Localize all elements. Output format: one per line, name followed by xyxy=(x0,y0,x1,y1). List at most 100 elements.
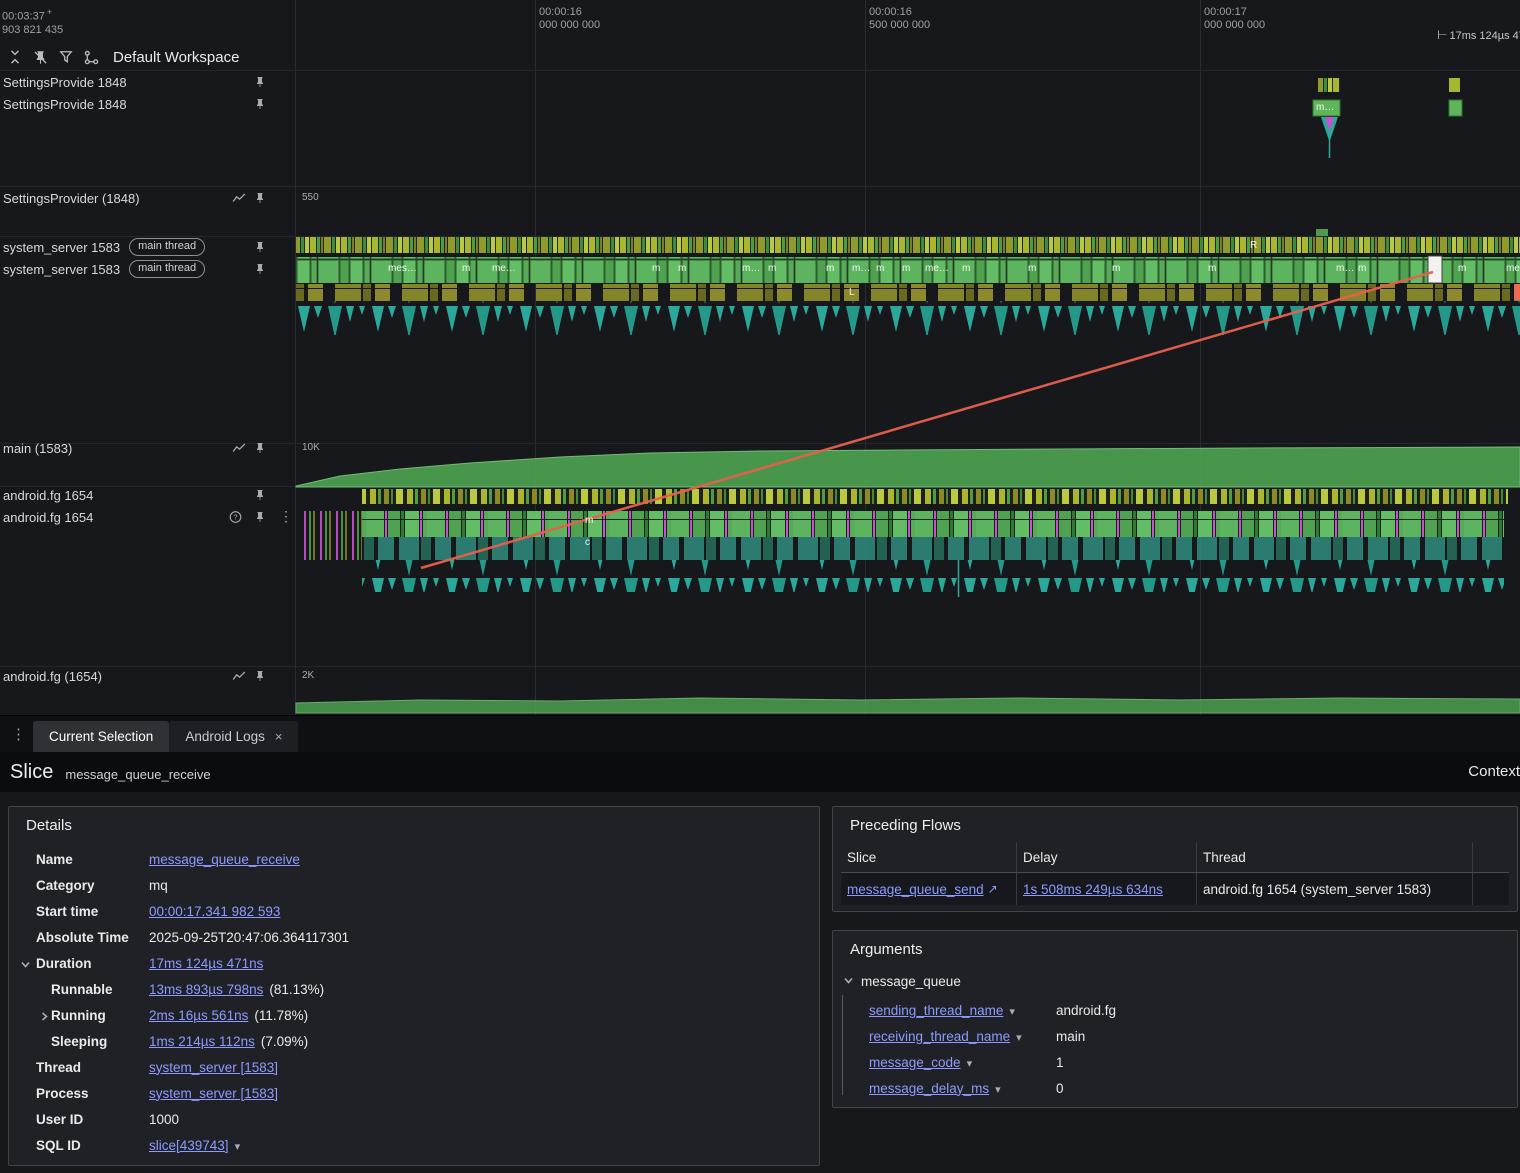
track-row-system-server-slices[interactable]: system_server 1583 main thread xyxy=(0,258,295,280)
chart-icon[interactable] xyxy=(232,442,246,454)
flow-slice-link[interactable]: message_queue_send xyxy=(847,882,984,897)
argument-row: sending_thread_name ▾ android.fg xyxy=(842,997,1517,1023)
arg-key-link[interactable]: sending_thread_name xyxy=(869,1003,1003,1018)
slice-label: m… xyxy=(852,263,871,274)
system-server-track[interactable] xyxy=(296,237,1520,335)
track-row-settingsprovider-counter[interactable]: SettingsProvider (1848) xyxy=(0,187,295,209)
detail-row-duration: Duration 17ms 124µs 471ns xyxy=(9,950,819,976)
arg-key-link[interactable]: receiving_thread_name xyxy=(869,1029,1010,1044)
main-counter-area[interactable] xyxy=(295,446,1520,488)
pin-icon[interactable] xyxy=(254,241,266,253)
chart-icon[interactable] xyxy=(232,670,246,682)
ruler-tick: 00:00:16 000 000 000 xyxy=(539,6,601,31)
sql-id-link[interactable]: slice[439743] xyxy=(149,1138,229,1153)
pin-icon[interactable] xyxy=(254,192,266,204)
slice-label: c xyxy=(585,537,590,548)
caret-down-icon[interactable]: ▾ xyxy=(995,1084,1001,1096)
filter-icon[interactable] xyxy=(59,50,73,64)
ruler-tick: 00:00:16 500 000 000 xyxy=(869,6,931,31)
ruler-origin: 00:03:37 + 903 821 435 xyxy=(2,7,64,36)
slice-label: me… xyxy=(492,263,516,274)
slice-label: L xyxy=(849,287,855,298)
caret-down-icon[interactable]: ▾ xyxy=(235,1141,241,1153)
arg-value: main xyxy=(1056,1028,1086,1044)
android-fg-track[interactable] xyxy=(300,489,1508,597)
close-icon[interactable]: × xyxy=(275,729,283,744)
track-row-settingsprovide[interactable]: SettingsProvide 1848 xyxy=(0,71,295,93)
slice-label: me… xyxy=(925,263,949,274)
detail-row-sleeping: Sleeping 1ms 214µs 112ns (7.09%) xyxy=(51,1033,309,1049)
pin-icon[interactable] xyxy=(254,76,266,88)
process-link[interactable]: system_server [1583] xyxy=(149,1086,278,1101)
chart-icon[interactable] xyxy=(232,192,246,204)
slice-label: m xyxy=(652,263,661,274)
pin-icon[interactable] xyxy=(254,98,266,110)
sleeping-link[interactable]: 1ms 214µs 112ns xyxy=(149,1034,255,1049)
tab-android-logs[interactable]: Android Logs × xyxy=(169,721,299,752)
flow-delay-link[interactable]: 1s 508ms 249µs 634ns xyxy=(1023,882,1163,897)
counter-scale-label: 550 xyxy=(302,192,319,203)
android-fg-counter-area[interactable] xyxy=(295,697,1520,714)
pin-icon[interactable] xyxy=(254,263,266,275)
slice-label: m xyxy=(678,263,687,274)
caret-down-icon[interactable]: ▾ xyxy=(1009,1006,1015,1018)
arg-key-link[interactable]: message_code xyxy=(869,1055,961,1070)
argument-group-label: message_queue xyxy=(861,974,961,989)
caret-down-icon[interactable]: ▾ xyxy=(967,1058,973,1070)
arg-value: 1 xyxy=(1056,1054,1064,1070)
caret-down-icon[interactable]: ▾ xyxy=(1016,1032,1022,1044)
kebab-menu-icon[interactable]: ⋮ xyxy=(279,508,293,525)
selected-slice[interactable] xyxy=(1427,255,1443,284)
track-row-system-server-sched[interactable]: system_server 1583 main thread xyxy=(0,236,295,258)
pin-icon[interactable] xyxy=(254,511,266,523)
tab-bar: ⋮ Current Selection Android Logs × xyxy=(0,715,1520,752)
help-icon[interactable]: ? xyxy=(229,511,242,524)
track-row-settingsprovide[interactable]: SettingsProvide 1848 xyxy=(0,93,295,115)
duration-link[interactable]: 17ms 124µs 471ns xyxy=(149,956,263,971)
start-time-link[interactable]: 00:00:17.341 982 593 xyxy=(149,904,280,919)
chevron-down-icon[interactable] xyxy=(843,974,854,989)
context-button[interactable]: Context xyxy=(1468,763,1520,780)
pin-icon[interactable] xyxy=(254,489,266,501)
argument-group-row[interactable]: message_queue xyxy=(843,974,1517,989)
detail-row-user-id: User ID 1000 xyxy=(36,1111,180,1127)
track-row-android-fg-sched[interactable]: android.fg 1654 xyxy=(0,484,295,506)
selection-header: Slice message_queue_receive Context xyxy=(0,752,1520,792)
arg-value: 0 xyxy=(1056,1080,1064,1096)
detail-row-sql-id: SQL ID slice[439743] ▾ xyxy=(36,1137,241,1153)
detail-row-start-time: Start time 00:00:17.341 982 593 xyxy=(36,903,281,919)
thread-link[interactable]: system_server [1583] xyxy=(149,1060,278,1075)
chevron-right-icon[interactable] xyxy=(39,1010,50,1025)
slice-label: m xyxy=(902,263,911,274)
track-label: SettingsProvide 1848 xyxy=(3,74,127,90)
pin-icon[interactable] xyxy=(254,442,266,454)
settingsprovider-slices[interactable] xyxy=(1312,78,1463,236)
slice-label: R xyxy=(1250,240,1258,251)
arguments-title: Arguments xyxy=(850,941,923,958)
bracket-icon: ⊢ xyxy=(1437,28,1448,42)
bottom-panel: ⋮ Current Selection Android Logs × Slice… xyxy=(0,715,1520,1173)
track-row-android-fg-counter[interactable]: android.fg (1654) xyxy=(0,665,295,687)
svg-text:?: ? xyxy=(233,512,237,521)
slice-label: m xyxy=(1112,263,1121,274)
runnable-link[interactable]: 13ms 893µs 798ns xyxy=(149,982,263,997)
running-link[interactable]: 2ms 16µs 561ns xyxy=(149,1008,248,1023)
arg-key-link[interactable]: message_delay_ms xyxy=(869,1081,989,1096)
workspace-icon[interactable] xyxy=(84,50,99,65)
track-label: SettingsProvide 1848 xyxy=(3,96,127,112)
pin-icon[interactable] xyxy=(254,670,266,682)
unpin-all-icon[interactable] xyxy=(33,50,48,65)
chevron-down-icon[interactable] xyxy=(20,958,31,973)
tab-menu-icon[interactable]: ⋮ xyxy=(11,725,26,743)
ruler-tick: 00:00:17 000 000 000 xyxy=(1204,6,1266,31)
collapse-tracks-icon[interactable] xyxy=(8,50,22,64)
tab-current-selection[interactable]: Current Selection xyxy=(33,721,170,752)
detail-row-name: Name message_queue_receive xyxy=(36,851,300,867)
track-row-main-counter[interactable]: main (1583) xyxy=(0,437,295,459)
external-link-icon[interactable]: ↗ xyxy=(988,882,998,896)
slice-label: m xyxy=(1458,263,1467,274)
slice-label: m xyxy=(1028,263,1037,274)
name-link[interactable]: message_queue_receive xyxy=(149,852,300,867)
track-row-android-fg-slices[interactable]: android.fg 1654 ? ⋮ xyxy=(0,506,295,528)
main-thread-badge: main thread xyxy=(129,260,206,278)
